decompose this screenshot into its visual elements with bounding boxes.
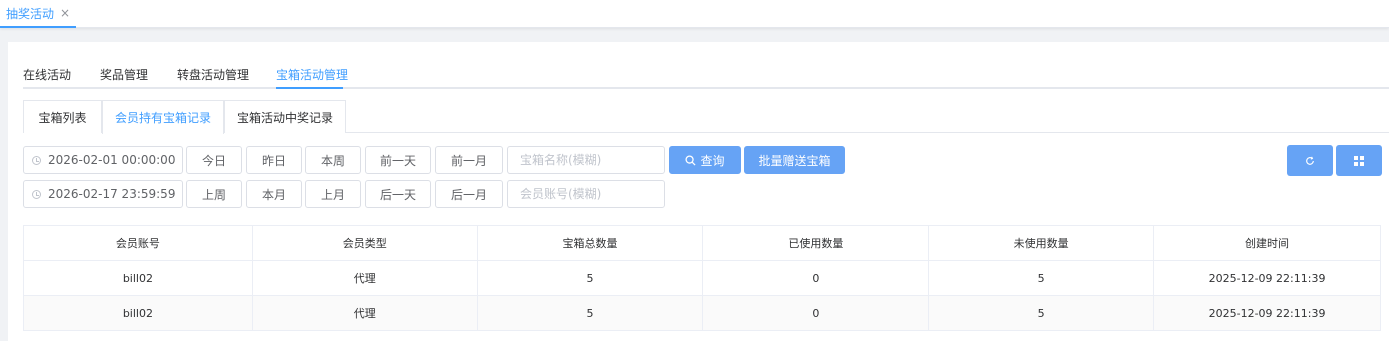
cell-unused-count: 5 bbox=[928, 295, 1155, 331]
table-row[interactable]: bill02 代理 5 0 5 2025-12-09 22:11:39 bbox=[23, 295, 1381, 331]
start-date-input[interactable]: 2026-02-01 00:00:00 bbox=[23, 146, 183, 174]
cell-created-time: 2025-12-09 22:11:39 bbox=[1153, 295, 1381, 331]
prev-day-button[interactable]: 前一天 bbox=[365, 146, 431, 174]
column-header-member-account[interactable]: 会员账号 bbox=[23, 225, 253, 261]
tab-bar: 抽奖活动 × bbox=[0, 0, 1389, 28]
cell-member-type: 代理 bbox=[251, 295, 478, 331]
cell-member-account: bill02 bbox=[23, 260, 253, 296]
this-month-button[interactable]: 本月 bbox=[246, 180, 302, 208]
table-header-row: 会员账号 会员类型 宝箱总数量 已使用数量 未使用数量 创建时间 bbox=[23, 225, 1381, 261]
cell-used-count: 0 bbox=[702, 260, 930, 296]
tab-chest-activity[interactable]: 宝箱活动管理 bbox=[276, 66, 348, 83]
search-icon bbox=[685, 154, 697, 166]
grid-toggle-button[interactable] bbox=[1336, 145, 1382, 176]
search-button[interactable]: 查询 bbox=[669, 146, 741, 174]
tab-label: 抽奖活动 bbox=[6, 6, 55, 21]
close-icon[interactable]: × bbox=[60, 6, 70, 20]
table-row[interactable]: bill02 代理 5 0 5 2025-12-09 22:11:39 bbox=[23, 260, 1381, 296]
column-header-member-type[interactable]: 会员类型 bbox=[251, 225, 478, 261]
cell-total-chests: 5 bbox=[476, 295, 704, 331]
chest-name-input[interactable] bbox=[507, 146, 665, 174]
primary-tabs: 在线活动 奖品管理 转盘活动管理 宝箱活动管理 bbox=[23, 56, 1389, 89]
today-button[interactable]: 今日 bbox=[186, 146, 242, 174]
tab-lottery-activity[interactable]: 抽奖活动 × bbox=[0, 0, 77, 28]
yesterday-button[interactable]: 昨日 bbox=[246, 146, 302, 174]
secondary-tabs: 宝箱列表 会员持有宝箱记录 宝箱活动中奖记录 bbox=[23, 100, 1389, 134]
next-month-button[interactable]: 后一月 bbox=[435, 180, 503, 208]
last-month-button[interactable]: 上月 bbox=[305, 180, 361, 208]
last-week-button[interactable]: 上周 bbox=[186, 180, 242, 208]
column-header-created-time[interactable]: 创建时间 bbox=[1153, 225, 1381, 261]
tab-wheel-activity[interactable]: 转盘活动管理 bbox=[177, 66, 249, 83]
active-tab-indicator bbox=[276, 87, 343, 89]
cell-unused-count: 5 bbox=[928, 260, 1155, 296]
main-card: 在线活动 奖品管理 转盘活动管理 宝箱活动管理 宝箱列表 会员持有宝箱记录 宝箱… bbox=[8, 42, 1389, 341]
column-header-used-count[interactable]: 已使用数量 bbox=[702, 225, 930, 261]
refresh-button[interactable] bbox=[1287, 145, 1333, 176]
chest-records-table: 会员账号 会员类型 宝箱总数量 已使用数量 未使用数量 创建时间 bill02 … bbox=[23, 225, 1381, 331]
tab-chest-list[interactable]: 宝箱列表 bbox=[23, 100, 102, 133]
member-account-input[interactable] bbox=[507, 180, 665, 208]
prev-month-button[interactable]: 前一月 bbox=[435, 146, 503, 174]
cell-member-type: 代理 bbox=[251, 260, 478, 296]
tab-prize-management[interactable]: 奖品管理 bbox=[100, 66, 148, 83]
this-week-button[interactable]: 本周 bbox=[305, 146, 361, 174]
tab-online-activity[interactable]: 在线活动 bbox=[23, 66, 71, 83]
cell-total-chests: 5 bbox=[476, 260, 704, 296]
grid-icon bbox=[1354, 155, 1364, 166]
bulk-gift-chest-button[interactable]: 批量赠送宝箱 bbox=[744, 146, 845, 174]
end-date-input[interactable]: 2026-02-17 23:59:59 bbox=[23, 180, 183, 208]
search-label: 查询 bbox=[700, 153, 725, 168]
start-date-value: 2026-02-01 00:00:00 bbox=[48, 153, 176, 167]
column-header-unused-count[interactable]: 未使用数量 bbox=[928, 225, 1155, 261]
tab-member-chest-records[interactable]: 会员持有宝箱记录 bbox=[102, 100, 224, 134]
next-day-button[interactable]: 后一天 bbox=[365, 180, 431, 208]
cell-member-account: bill02 bbox=[23, 295, 253, 331]
column-header-total-chests[interactable]: 宝箱总数量 bbox=[476, 225, 704, 261]
tab-chest-winning-records[interactable]: 宝箱活动中奖记录 bbox=[224, 100, 346, 133]
end-date-value: 2026-02-17 23:59:59 bbox=[48, 187, 176, 201]
cell-created-time: 2025-12-09 22:11:39 bbox=[1153, 260, 1381, 296]
cell-used-count: 0 bbox=[702, 295, 930, 331]
clock-icon bbox=[32, 189, 41, 199]
clock-icon bbox=[32, 155, 41, 165]
refresh-icon bbox=[1306, 156, 1314, 165]
